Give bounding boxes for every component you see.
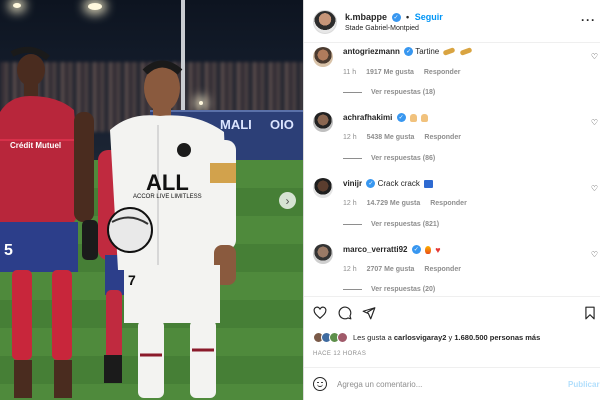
- baguette-emoji-icon: [442, 47, 456, 57]
- post-author-line: k.mbappe ✓ • Seguir: [345, 12, 443, 23]
- action-bar: [304, 296, 600, 326]
- comment-time[interactable]: 11 h: [343, 69, 356, 76]
- like-comment-heart-icon[interactable]: ♡: [591, 52, 598, 61]
- comment-text: Tartine: [415, 47, 440, 56]
- post-timestamp[interactable]: HACE 12 HORAS: [313, 351, 366, 357]
- fire-emoji-icon: [424, 245, 431, 254]
- comment-time[interactable]: 12 h: [343, 134, 357, 141]
- more-options-icon[interactable]: ···: [581, 13, 596, 27]
- comment-meta: 12 h 2707 Me gusta Responder: [343, 266, 469, 273]
- like-comment-heart-icon[interactable]: ♡: [591, 250, 598, 259]
- avatar[interactable]: [313, 10, 337, 34]
- comment-time[interactable]: 12 h: [343, 266, 357, 273]
- comment-meta: 12 h 5438 Me gusta Responder: [343, 134, 469, 141]
- reply-button[interactable]: Responder: [424, 69, 461, 76]
- view-replies-label: Ver respuestas (20): [371, 286, 436, 293]
- like-comment-heart-icon[interactable]: ♡: [591, 184, 598, 193]
- comment-input[interactable]: [337, 376, 557, 393]
- red-heart-emoji-icon: ♥: [435, 244, 441, 255]
- svg-text:5: 5: [4, 242, 13, 259]
- heart-icon[interactable]: [313, 306, 327, 320]
- avatar[interactable]: [313, 47, 333, 67]
- replies-divider: [343, 91, 362, 93]
- comment-username[interactable]: antogriezmann: [343, 47, 400, 56]
- baguette-emoji-icon: [459, 47, 473, 57]
- comment-time[interactable]: 12 h: [343, 200, 357, 207]
- likes-text: Les gusta a carlosvigaray2 y 1.680.500 p…: [353, 333, 540, 342]
- reply-button[interactable]: Responder: [424, 266, 461, 273]
- verified-badge-icon: ✓: [411, 245, 421, 255]
- comment-meta: 12 h 14.729 Me gusta Responder: [343, 200, 475, 207]
- avatar[interactable]: [313, 244, 333, 264]
- comment-username[interactable]: vinijr: [343, 179, 362, 188]
- bookmark-icon[interactable]: [584, 306, 596, 320]
- comment-composer: Publicar: [304, 367, 600, 400]
- post-panel: k.mbappe ✓ • Seguir Stade Gabriel-Montpi…: [303, 0, 600, 400]
- comment-body: achrafhakimi ✓: [343, 113, 429, 123]
- like-comment-heart-icon[interactable]: ♡: [591, 118, 598, 127]
- comment-likes[interactable]: 1917 Me gusta: [366, 69, 414, 76]
- player-center: ALL ACCOR LIVE LIMITLESS 7: [107, 60, 236, 398]
- comment-body: vinijr ✓ Crack crack: [343, 179, 434, 189]
- view-replies-button[interactable]: Ver respuestas (86): [343, 155, 435, 162]
- svg-text:7: 7: [128, 272, 136, 288]
- player-left: Crédit Mutuel 5: [0, 46, 98, 398]
- verified-badge-icon: ✓: [404, 47, 414, 57]
- next-photo-button[interactable]: ›: [279, 192, 296, 209]
- view-replies-label: Ver respuestas (821): [371, 221, 440, 228]
- likes-count[interactable]: 1.680.500 personas más: [454, 333, 540, 342]
- svg-text:Crédit Mutuel: Crédit Mutuel: [10, 141, 61, 150]
- comment-item: antogriezmann ✓ Tartine 11 h 1917 Me gus…: [304, 43, 600, 103]
- follow-button[interactable]: Seguir: [415, 12, 443, 22]
- raised-hands-emoji-icon: [421, 113, 429, 122]
- comment-body: antogriezmann ✓ Tartine: [343, 47, 473, 57]
- view-replies-button[interactable]: Ver respuestas (20): [343, 286, 435, 293]
- separator-dot: •: [406, 12, 410, 22]
- comment-item: vinijr ✓ Crack crack 12 h 14.729 Me gust…: [304, 175, 600, 235]
- likes-conjunction: y: [448, 333, 453, 342]
- flag-emoji-icon: [424, 179, 434, 188]
- comment-meta: 11 h 1917 Me gusta Responder: [343, 69, 468, 76]
- replies-divider: [343, 223, 362, 225]
- likes-prefix: Les gusta a: [353, 333, 392, 342]
- avatar[interactable]: [313, 112, 333, 132]
- reply-button[interactable]: Responder: [424, 134, 461, 141]
- comment-icon[interactable]: [338, 306, 352, 320]
- post-photo[interactable]: MALI OIO Crédit Mutuel 5 ALL ACCOR LIVE …: [0, 0, 303, 400]
- share-icon[interactable]: [362, 306, 376, 320]
- view-replies-label: Ver respuestas (18): [371, 89, 436, 96]
- replies-divider: [343, 288, 362, 290]
- publish-button[interactable]: Publicar: [568, 380, 600, 389]
- verified-badge-icon: ✓: [396, 113, 406, 123]
- post-username[interactable]: k.mbappe: [345, 12, 387, 22]
- comment-item: achrafhakimi ✓ 12 h 5438 Me gusta Respon…: [304, 109, 600, 169]
- raised-hands-emoji-icon: [409, 113, 417, 122]
- post-location[interactable]: Stade Gabriel-Montpied: [345, 25, 419, 32]
- view-replies-button[interactable]: Ver respuestas (821): [343, 221, 439, 228]
- chevron-right-icon: ›: [285, 193, 290, 208]
- verified-badge-icon: ✓: [391, 13, 401, 23]
- avatar: [337, 332, 348, 343]
- svg-text:ACCOR LIVE LIMITLESS: ACCOR LIVE LIMITLESS: [133, 194, 202, 200]
- comment-username[interactable]: marco_verratti92: [343, 245, 407, 254]
- players-illustration: Crédit Mutuel 5 ALL ACCOR LIVE LIMITLESS: [0, 46, 236, 398]
- view-replies-label: Ver respuestas (86): [371, 155, 436, 162]
- comment-item: marco_verratti92 ✓ ♥ 12 h 2707 Me gusta …: [304, 241, 600, 297]
- svg-text:ALL: ALL: [146, 170, 189, 195]
- avatar[interactable]: [313, 178, 333, 198]
- reply-button[interactable]: Responder: [430, 200, 467, 207]
- verified-badge-icon: ✓: [366, 179, 376, 189]
- comment-username[interactable]: achrafhakimi: [343, 113, 392, 122]
- emoji-picker-icon[interactable]: [313, 377, 327, 391]
- post-header: k.mbappe ✓ • Seguir Stade Gabriel-Montpi…: [304, 0, 600, 43]
- comment-body: marco_verratti92 ✓ ♥: [343, 245, 441, 255]
- replies-divider: [343, 157, 362, 159]
- comment-likes[interactable]: 2707 Me gusta: [367, 266, 415, 273]
- comment-text: Crack crack: [377, 179, 420, 188]
- comment-likes[interactable]: 5438 Me gusta: [367, 134, 415, 141]
- comment-likes[interactable]: 14.729 Me gusta: [367, 200, 421, 207]
- view-replies-button[interactable]: Ver respuestas (18): [343, 89, 435, 96]
- likes-user[interactable]: carlosvigaray2: [394, 333, 447, 342]
